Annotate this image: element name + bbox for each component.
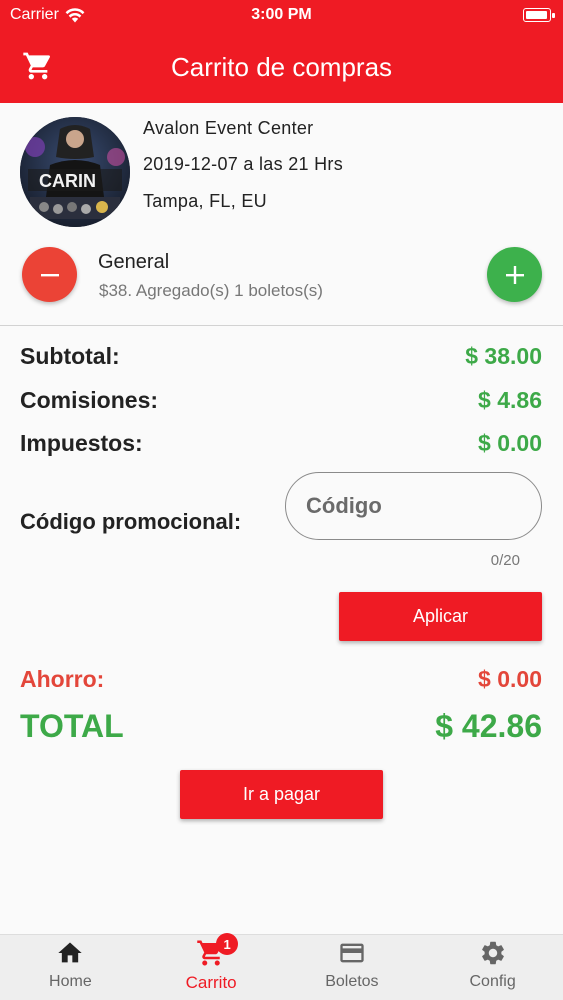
plus-icon bbox=[505, 265, 524, 284]
tab-label: Home bbox=[49, 973, 92, 990]
total-label: TOTAL bbox=[20, 708, 124, 744]
tab-label: Config bbox=[469, 973, 516, 990]
page-title: Carrito de compras bbox=[170, 52, 393, 82]
event-location: Tampa, FL, EU bbox=[143, 191, 267, 211]
battery-icon bbox=[523, 8, 555, 22]
checkout-button[interactable]: Ir a pagar bbox=[180, 770, 383, 819]
tab-label: Boletos bbox=[325, 973, 379, 990]
tab-tickets[interactable]: Boletos bbox=[282, 935, 423, 1000]
ticket-name: General bbox=[98, 251, 170, 273]
tab-config[interactable]: Config bbox=[422, 935, 563, 1000]
promo-char-counter: 0/20 bbox=[490, 552, 520, 569]
cart-count-badge: 1 bbox=[216, 933, 239, 955]
fees-value: $ 4.86 bbox=[478, 387, 542, 413]
promo-code-input[interactable] bbox=[285, 472, 542, 540]
decrease-ticket-button[interactable] bbox=[22, 247, 77, 302]
app-header: Carrier 3:00 PM Carrito de compras bbox=[0, 0, 563, 103]
card-icon bbox=[340, 943, 364, 963]
status-bar: Carrier 3:00 PM bbox=[0, 0, 563, 30]
event-poster-image: CARIN bbox=[20, 117, 130, 227]
divider bbox=[0, 325, 563, 326]
taxes-label: Impuestos: bbox=[20, 430, 143, 456]
tab-bar: Home 1 Carrito Boletos Config bbox=[0, 933, 563, 1000]
event-venue: Avalon Event Center bbox=[143, 118, 314, 138]
battery-fill bbox=[526, 11, 547, 19]
fees-label: Comisiones: bbox=[20, 387, 159, 413]
apply-promo-button[interactable]: Aplicar bbox=[339, 592, 542, 641]
savings-value: $ 0.00 bbox=[478, 666, 542, 692]
promo-code-label: Código promocional: bbox=[20, 509, 242, 534]
event-datetime: 2019-12-07 a las 21 Hrs bbox=[143, 154, 344, 174]
taxes-value: $ 0.00 bbox=[478, 430, 542, 456]
ticket-description: $38. Agregado(s) 1 boletos(s) bbox=[99, 281, 323, 300]
poster-title-text: CARIN bbox=[39, 171, 96, 191]
status-time: 3:00 PM bbox=[251, 6, 312, 23]
subtotal-label: Subtotal: bbox=[20, 343, 120, 369]
tab-cart[interactable]: 1 Carrito bbox=[141, 933, 282, 1000]
tab-label: Carrito bbox=[185, 973, 237, 992]
increase-ticket-button[interactable] bbox=[487, 247, 542, 302]
minus-icon bbox=[40, 273, 59, 276]
gear-icon bbox=[481, 941, 504, 965]
savings-label: Ahorro: bbox=[20, 666, 105, 692]
ticket-row: General $38. Agregado(s) 1 boletos(s) bbox=[0, 245, 563, 305]
total-value: $ 42.86 bbox=[435, 708, 542, 744]
tab-home[interactable]: Home bbox=[0, 935, 141, 1000]
subtotal-value: $ 38.00 bbox=[465, 343, 542, 369]
home-icon bbox=[58, 942, 83, 963]
